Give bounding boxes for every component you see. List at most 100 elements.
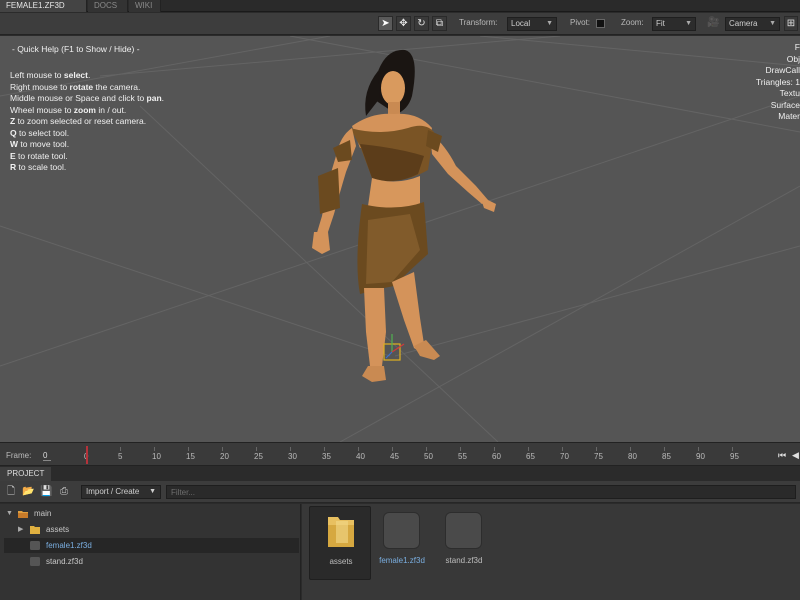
timeline-tick-label: 70 xyxy=(560,452,569,461)
project-tab-bar: PROJECT xyxy=(0,467,800,481)
play-back-icon: ◀ xyxy=(792,450,799,460)
character-model[interactable] xyxy=(312,49,496,382)
timeline-tick-mark xyxy=(528,447,529,451)
timeline-tick-label: 95 xyxy=(730,452,739,461)
timeline-tick-label: 5 xyxy=(118,452,123,461)
tab-wiki[interactable]: WIKI xyxy=(129,0,161,12)
help-line: Q to select tool. xyxy=(10,127,70,138)
skip-back-icon: ⏮ xyxy=(778,450,787,460)
import-create-label: Import / Create xyxy=(86,487,140,496)
move-tool-button[interactable]: ✥ xyxy=(396,16,411,31)
timeline-tick-label: 20 xyxy=(220,452,229,461)
animation-timeline: Frame: 0 0510152025303540455055606570758… xyxy=(0,442,800,466)
tab-docs[interactable]: DOCS xyxy=(88,0,128,12)
open-folder-icon[interactable]: 📂 xyxy=(22,486,34,497)
file-icon xyxy=(30,557,40,566)
timeline-tick-mark xyxy=(256,447,257,451)
save-as-icon[interactable]: ⎙ xyxy=(58,486,70,497)
file-icon xyxy=(30,541,40,550)
file-thumbnail-icon xyxy=(383,512,420,549)
stat-line: Textu xyxy=(779,88,800,98)
tree-item-female1[interactable]: female1.zf3d xyxy=(4,538,299,553)
main-folder-icon xyxy=(18,511,28,518)
file-thumbnail-icon xyxy=(445,512,482,549)
select-tool-button[interactable]: ➤ xyxy=(378,16,393,31)
help-line: W to move tool. xyxy=(10,139,70,149)
zoom-value: Fit xyxy=(656,19,665,28)
save-icon[interactable]: 💾 xyxy=(40,486,52,497)
timeline-tick-mark xyxy=(358,447,359,451)
transform-label: Transform: xyxy=(459,18,498,27)
first-frame-button[interactable]: ⏮ xyxy=(778,450,786,461)
zoom-label: Zoom: xyxy=(621,18,644,27)
timeline-tick-label: 55 xyxy=(458,452,467,461)
3d-viewport[interactable]: - Quick Help (F1 to Show / Hide) - Left … xyxy=(0,36,800,442)
help-line: E to rotate tool. xyxy=(10,150,68,161)
asset-item-stand[interactable]: stand.zf3d xyxy=(433,506,495,580)
prev-frame-button[interactable]: ◀ xyxy=(792,450,799,461)
collapse-icon[interactable]: ▼ xyxy=(6,506,13,521)
pivot-checkbox[interactable] xyxy=(596,19,605,28)
frame-label: Frame: xyxy=(6,451,32,460)
camera-value: Camera xyxy=(729,19,758,28)
timeline-tick-mark xyxy=(732,447,733,451)
asset-item-female1[interactable]: female1.zf3d xyxy=(371,506,433,580)
tree-item-label: stand.zf3d xyxy=(46,557,83,566)
timeline-tick-label: 65 xyxy=(526,452,535,461)
timeline-tick-label: 85 xyxy=(662,452,671,461)
tree-item-main[interactable]: ▼ main xyxy=(4,506,299,521)
asset-label: female1.zf3d xyxy=(379,556,425,565)
expand-icon[interactable]: ▶ xyxy=(18,522,23,537)
viewport-toolbar: ➤ ✥ ↻ ⧉ Transform: Local ▼ Pivot: Zoom: F… xyxy=(0,13,800,35)
timeline-tick-mark xyxy=(596,447,597,451)
stat-line: F xyxy=(794,42,800,52)
tab-female1-zf3d[interactable]: FEMALE1.ZF3D xyxy=(0,0,87,12)
tree-item-stand[interactable]: stand.zf3d xyxy=(4,554,299,569)
asset-item-assets[interactable]: assets xyxy=(309,506,371,580)
move-icon: ✥ xyxy=(399,18,408,29)
folder-icon xyxy=(328,517,354,547)
filter-input[interactable] xyxy=(166,485,796,499)
timeline-tick-label: 35 xyxy=(322,452,331,461)
viewport-options-button[interactable]: ⊞ xyxy=(784,16,798,31)
timeline-tick-mark xyxy=(222,447,223,451)
project-toolbar: 🗋 📂 💾 ⎙ Import / Create ▼ xyxy=(0,481,800,503)
timeline-tick-label: 80 xyxy=(628,452,637,461)
timeline-tick-mark xyxy=(494,447,495,451)
tree-item-assets[interactable]: ▶ assets xyxy=(4,522,299,537)
timeline-tick-mark xyxy=(460,447,461,451)
asset-label: stand.zf3d xyxy=(445,556,483,565)
camera-select[interactable]: Camera ▼ xyxy=(725,17,780,31)
import-create-button[interactable]: Import / Create ▼ xyxy=(81,485,161,499)
timeline-tick-mark xyxy=(290,447,291,451)
grid-icon: ⊞ xyxy=(786,18,796,29)
transform-select[interactable]: Local ▼ xyxy=(507,17,557,31)
stat-line: Mater xyxy=(778,111,800,121)
asset-browser: assets female1.zf3d stand.zf3d xyxy=(302,504,800,600)
timeline-tick-mark xyxy=(562,447,563,451)
document-tab-strip: FEMALE1.ZF3D DOCS WIKI xyxy=(0,0,800,12)
timeline-tick-mark xyxy=(664,447,665,451)
scale-tool-button[interactable]: ⧉ xyxy=(432,16,447,31)
tab-project[interactable]: PROJECT xyxy=(0,467,52,481)
tree-item-label: assets xyxy=(46,525,70,534)
frame-input[interactable]: 0 xyxy=(43,451,51,461)
scene-stats: F Obj DrawCall Triangles: 1 Textu Surfac… xyxy=(756,42,800,123)
timeline-tick-label: 30 xyxy=(288,452,297,461)
zoom-select[interactable]: Fit ▼ xyxy=(652,17,696,31)
timeline-tick-mark xyxy=(698,447,699,451)
timeline-tick-label: 90 xyxy=(696,452,705,461)
timeline-tick-label: 45 xyxy=(390,452,399,461)
help-line: Left mouse to select. xyxy=(10,70,91,80)
help-line: R to scale tool. xyxy=(10,162,67,172)
timeline-tick-mark xyxy=(120,447,121,451)
chevron-down-icon: ▼ xyxy=(149,488,156,495)
new-file-icon[interactable]: 🗋 xyxy=(5,486,17,497)
timeline-tick-mark xyxy=(426,447,427,451)
help-line: Z to zoom selected or reset camera. xyxy=(10,116,147,126)
timeline-ruler[interactable]: 05101520253035404550556065707580859095 xyxy=(82,443,772,467)
rotate-tool-button[interactable]: ↻ xyxy=(414,16,429,31)
timeline-tick-mark xyxy=(630,447,631,451)
timeline-playhead[interactable] xyxy=(86,446,88,464)
timeline-tick-label: 10 xyxy=(152,452,161,461)
